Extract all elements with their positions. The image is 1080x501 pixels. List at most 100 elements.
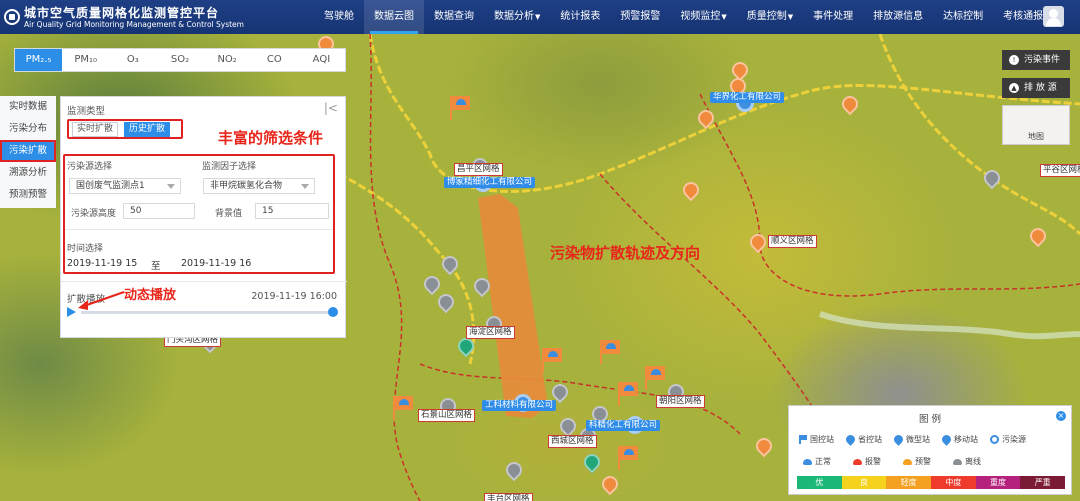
- aqi-level: 重度: [975, 476, 1021, 489]
- aqi-level: 轻度: [886, 476, 932, 489]
- factor-select-label: 监测因子选择: [202, 162, 257, 172]
- aqi-level: 严重: [1020, 476, 1066, 489]
- aqi-scale: 优良轻度 中度 重度 严重: [797, 476, 1066, 489]
- legend-item: 报警: [853, 456, 881, 467]
- pollutant-tab[interactable]: CO: [251, 49, 298, 71]
- company-label-kejing[interactable]: 科精化工有限公司: [586, 420, 661, 431]
- pollutant-tab[interactable]: PM₁₀: [62, 49, 109, 71]
- micro-station-icon: [892, 433, 905, 446]
- emission-source-button[interactable]: ▲ 排 放 源: [1002, 78, 1070, 98]
- grid-label-shijingshan[interactable]: 石景山区网格: [418, 409, 476, 422]
- annotation-arrow-icon: [78, 291, 125, 310]
- annotation-playback: 动态播放: [124, 288, 177, 303]
- legend-item: 省控站: [844, 433, 882, 446]
- pollution-event-button[interactable]: ! 污染事件: [1002, 50, 1070, 70]
- national-station-flag-icon[interactable]: [618, 446, 638, 470]
- source-select[interactable]: 国创废气监测点1: [69, 178, 181, 194]
- legend-item: 离线: [953, 456, 981, 467]
- basemap-switch[interactable]: 地图: [1002, 105, 1070, 145]
- company-label-huajie[interactable]: 华界化工有限公司: [710, 92, 785, 103]
- side-menu-item[interactable]: 实时数据: [0, 96, 56, 118]
- user-avatar-icon[interactable]: [1043, 6, 1064, 27]
- nav-item[interactable]: 数据分析▼: [484, 0, 550, 34]
- cloud-icon: [803, 458, 812, 465]
- factory-icon: ▲: [1009, 83, 1019, 93]
- pollutant-tab[interactable]: AQI: [298, 49, 345, 71]
- nav-item[interactable]: 排放源信息: [863, 0, 933, 34]
- legend-item: 国控站: [799, 434, 834, 445]
- legend-item: 微型站: [892, 433, 930, 446]
- provincial-station-icon: [844, 433, 857, 446]
- national-station-flag-icon[interactable]: [393, 396, 413, 420]
- grid-label-xicheng[interactable]: 西城区网格: [548, 435, 597, 448]
- mode-history-button[interactable]: 历史扩散: [124, 121, 171, 137]
- caret-down-icon: ▼: [787, 13, 794, 21]
- monitor-type-label: 监测类型: [67, 106, 106, 117]
- pollutant-tab[interactable]: NO₂: [204, 49, 251, 71]
- playback-slider-thumb[interactable]: [328, 307, 338, 317]
- play-icon[interactable]: [67, 307, 76, 317]
- height-label: 污染源高度: [71, 209, 117, 219]
- national-station-flag-icon[interactable]: [600, 340, 620, 364]
- factor-select[interactable]: 非甲烷碳氢化合物: [203, 178, 315, 194]
- company-label-gongke[interactable]: 工科材料有限公司: [482, 400, 557, 411]
- background-input[interactable]: 15: [255, 203, 329, 219]
- height-input[interactable]: 50: [123, 203, 195, 219]
- app-title: 城市空气质量网格化监测管控平台: [24, 5, 220, 20]
- national-station-flag-icon[interactable]: [542, 348, 562, 372]
- company-label-bojia[interactable]: 博家精细化工有限公司: [444, 177, 536, 188]
- caret-down-icon: ▼: [535, 13, 541, 21]
- alert-icon: !: [1009, 55, 1019, 65]
- cloud-icon: [853, 458, 862, 465]
- grid-label-shunyi[interactable]: 顺义区网格: [768, 235, 817, 248]
- side-menu-item[interactable]: 污染分布: [0, 118, 56, 140]
- national-station-flag-icon[interactable]: [450, 96, 470, 120]
- aqi-level: 良: [841, 476, 887, 489]
- national-station-flag-icon[interactable]: [618, 382, 638, 406]
- nav-item[interactable]: 驾驶舱: [314, 0, 364, 34]
- grid-label-pinggu[interactable]: 平谷区网格: [1040, 164, 1080, 177]
- time-end[interactable]: 2019-11-19 16: [181, 258, 251, 269]
- collapse-panel-icon[interactable]: |<: [324, 102, 338, 114]
- legend-item: 污染源: [990, 434, 1026, 445]
- caret-down-icon: ▼: [721, 13, 727, 21]
- pollutant-tab[interactable]: O₃: [109, 49, 156, 71]
- city-logo-icon: [4, 9, 20, 25]
- mobile-station-icon: [940, 433, 953, 446]
- source-select-label: 污染源选择: [67, 162, 113, 172]
- mode-realtime-button[interactable]: 实时扩散: [72, 121, 119, 137]
- nav-item[interactable]: 统计报表: [550, 0, 610, 34]
- pollutant-tab[interactable]: PM₂.₅: [15, 49, 63, 71]
- grid-label-haidian[interactable]: 海淀区网格: [466, 326, 515, 339]
- nav-item[interactable]: 质量控制▼: [737, 0, 803, 34]
- aqi-level: 优: [797, 476, 842, 489]
- legend-title: 图 例: [918, 414, 942, 425]
- national-station-flag-icon[interactable]: [645, 366, 665, 390]
- chevron-down-icon: [167, 184, 175, 189]
- side-menu-item[interactable]: 溯源分析: [0, 162, 56, 184]
- grid-label-fengtai[interactable]: 丰台区网格: [484, 493, 533, 501]
- time-start[interactable]: 2019-11-19 15: [67, 258, 137, 269]
- nav-item[interactable]: 数据云图: [364, 0, 424, 34]
- nav-item[interactable]: 数据查询: [424, 0, 484, 34]
- time-select-label: 时间选择: [67, 244, 104, 254]
- cloud-icon: [903, 458, 912, 465]
- nav-item[interactable]: 视频监控▼: [670, 0, 736, 34]
- background-label: 背景值: [215, 209, 243, 219]
- top-header: 城市空气质量网格化监测管控平台 Air Quality Grid Monitor…: [0, 0, 1080, 34]
- nav-item[interactable]: 事件处理: [803, 0, 863, 34]
- brand: 城市空气质量网格化监测管控平台 Air Quality Grid Monitor…: [0, 6, 300, 29]
- diffusion-plume: [478, 194, 548, 418]
- chevron-down-icon: [301, 184, 309, 189]
- national-station-icon: [799, 435, 807, 444]
- side-menu-item[interactable]: 预测预警: [0, 184, 56, 206]
- grid-label-changping[interactable]: 昌平区网格: [454, 163, 503, 176]
- main-nav: 驾驶舱 数据云图 数据查询 数据分析▼ 统计报表 预警报警 视频监控▼ 质量控制▼ 事件处理 排放…: [314, 0, 1060, 34]
- side-menu-item[interactable]: 污染扩散: [0, 140, 56, 162]
- nav-item[interactable]: 达标控制: [933, 0, 993, 34]
- pollutant-tab[interactable]: SO₂: [156, 49, 203, 71]
- grid-label-chaoyang[interactable]: 朝阳区网格: [656, 395, 705, 408]
- nav-item[interactable]: 预警报警: [610, 0, 670, 34]
- close-icon[interactable]: ×: [1056, 411, 1066, 421]
- legend-item: 预警: [903, 456, 931, 467]
